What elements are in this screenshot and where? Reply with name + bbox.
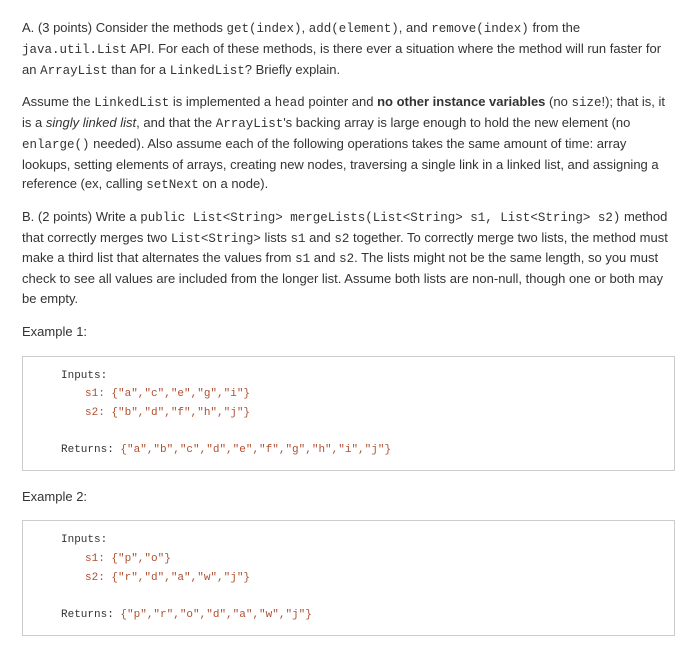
setnext-method: setNext bbox=[146, 178, 199, 192]
inputs-label: Inputs: bbox=[37, 531, 660, 550]
example-1-label: Example 1: bbox=[22, 322, 675, 342]
text: and bbox=[310, 250, 339, 265]
list-string-type: List<String> bbox=[171, 232, 261, 246]
text: B. (2 points) Write a bbox=[22, 209, 140, 224]
method-add: add(element) bbox=[309, 22, 399, 36]
text: ? Briefly explain. bbox=[245, 62, 340, 77]
text: A. (3 points) Consider the methods bbox=[22, 20, 227, 35]
returns-label: Returns: bbox=[61, 609, 120, 621]
enlarge-method: enlarge() bbox=[22, 138, 90, 152]
text: Assume the bbox=[22, 94, 94, 109]
linkedlist: LinkedList bbox=[170, 64, 245, 78]
s1-var: s1 bbox=[290, 232, 305, 246]
linkedlist: LinkedList bbox=[94, 96, 169, 110]
s2-input: s2: {"r","d","a","w","j"} bbox=[37, 569, 660, 588]
text: on a node). bbox=[199, 176, 268, 191]
returns-value: {"p","r","o","d","a","w","j"} bbox=[120, 609, 311, 621]
inputs-label: Inputs: bbox=[37, 367, 660, 386]
example-1-code: Inputs:s1: {"a","c","e","g","i"}s2: {"b"… bbox=[22, 356, 675, 471]
example-2-code: Inputs:s1: {"p","o"}s2: {"r","d","a","w"… bbox=[22, 520, 675, 635]
s1-input: s1: {"a","c","e","g","i"} bbox=[37, 385, 660, 404]
s2-var: s2 bbox=[334, 232, 349, 246]
text: , and bbox=[399, 20, 432, 35]
text: , and that the bbox=[136, 115, 216, 130]
returns-value: {"a","b","c","d","e","f","g","h","i","j"… bbox=[120, 444, 391, 456]
part-a-para1: A. (3 points) Consider the methods get(i… bbox=[22, 18, 675, 80]
method-signature: public List<String> mergeLists(List<Stri… bbox=[140, 211, 620, 225]
s2-var: s2 bbox=[339, 252, 354, 266]
s1-var: s1 bbox=[295, 252, 310, 266]
text: 's backing array is large enough to hold… bbox=[283, 115, 630, 130]
returns-label: Returns: bbox=[61, 444, 120, 456]
text: lists bbox=[261, 230, 291, 245]
returns-line: Returns: {"p","r","o","d","a","w","j"} bbox=[37, 606, 660, 625]
example-2-label: Example 2: bbox=[22, 487, 675, 507]
text: from the bbox=[529, 20, 580, 35]
head-ptr: head bbox=[275, 96, 305, 110]
text: (no bbox=[545, 94, 571, 109]
text: needed). Also assume each of the followi… bbox=[22, 136, 659, 191]
italic-text: singly linked list bbox=[46, 115, 136, 130]
arraylist: ArrayList bbox=[216, 117, 284, 131]
method-get: get(index) bbox=[227, 22, 302, 36]
s1-input: s1: {"p","o"} bbox=[37, 550, 660, 569]
text: pointer and bbox=[305, 94, 377, 109]
text: , bbox=[302, 20, 309, 35]
returns-line: Returns: {"a","b","c","d","e","f","g","h… bbox=[37, 441, 660, 460]
s2-input: s2: {"b","d","f","h","j"} bbox=[37, 404, 660, 423]
bold-text: no other instance variables bbox=[377, 94, 545, 109]
arraylist: ArrayList bbox=[40, 64, 108, 78]
text: and bbox=[305, 230, 334, 245]
text: is implemented a bbox=[169, 94, 275, 109]
part-b-para1: B. (2 points) Write a public List<String… bbox=[22, 207, 675, 308]
size-var: size bbox=[571, 96, 601, 110]
part-a-para2: Assume the LinkedList is implemented a h… bbox=[22, 92, 675, 195]
text: than for a bbox=[108, 62, 170, 77]
method-remove: remove(index) bbox=[431, 22, 529, 36]
api-name: java.util.List bbox=[22, 43, 127, 57]
